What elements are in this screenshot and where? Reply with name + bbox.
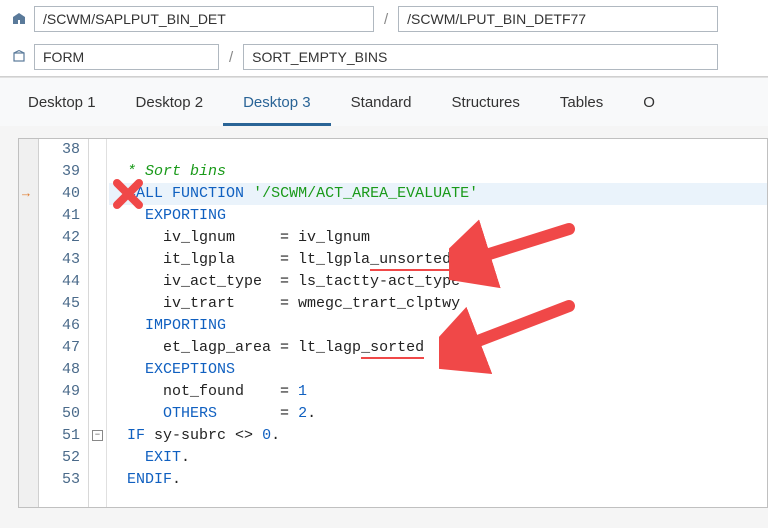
code-line[interactable]: IMPORTING (109, 315, 767, 337)
code-column[interactable]: * Sort bins CALL FUNCTION '/SCWM/ACT_ARE… (107, 139, 767, 507)
line-number: 46 (39, 315, 80, 337)
header-section: / / (0, 0, 768, 77)
code-line[interactable]: iv_trart = wmegc_trart_clptwy (109, 293, 767, 315)
line-number: 42 (39, 227, 80, 249)
tab-structures[interactable]: Structures (432, 84, 540, 126)
line-number: 52 (39, 447, 80, 469)
include-field[interactable] (398, 6, 718, 32)
line-number: 50 (39, 403, 80, 425)
line-number: 39 (39, 161, 80, 183)
code-line[interactable]: EXIT. (109, 447, 767, 469)
execution-marker-icon: → (22, 186, 30, 201)
line-number: 43 (39, 249, 80, 271)
code-editor[interactable]: → 38394041424344454647484950515253 − * S… (18, 138, 768, 508)
breadcrumb-row-2: / (0, 38, 768, 76)
line-number: 41 (39, 205, 80, 227)
tab-desktop-2[interactable]: Desktop 2 (116, 84, 224, 126)
line-number: 44 (39, 271, 80, 293)
code-line[interactable]: ENDIF. (109, 469, 767, 491)
code-line[interactable]: * Sort bins (109, 161, 767, 183)
fold-toggle-icon[interactable]: − (92, 430, 103, 441)
tab-desktop-3[interactable]: Desktop 3 (223, 84, 331, 126)
line-number-column: 38394041424344454647484950515253 (39, 139, 89, 507)
code-line[interactable]: IF sy-subrc <> 0. (109, 425, 767, 447)
tab-o[interactable]: O (623, 84, 675, 126)
line-number: 38 (39, 139, 80, 161)
code-line[interactable]: iv_act_type = ls_tactty-act_type (109, 271, 767, 293)
code-line[interactable]: it_lgpla = lt_lgpla_unsorted (109, 249, 767, 271)
object-icon (10, 48, 28, 66)
marker-column: → (19, 139, 39, 507)
program-field[interactable] (34, 6, 374, 32)
line-number: 40 (39, 183, 80, 205)
program-icon (10, 10, 28, 28)
code-line[interactable] (109, 139, 767, 161)
code-line[interactable]: EXPORTING (109, 205, 767, 227)
tab-tables[interactable]: Tables (540, 84, 623, 126)
code-line[interactable]: CALL FUNCTION '/SCWM/ACT_AREA_EVALUATE' (109, 183, 767, 205)
code-line[interactable]: iv_lgnum = iv_lgnum (109, 227, 767, 249)
code-line[interactable]: not_found = 1 (109, 381, 767, 403)
line-number: 51 (39, 425, 80, 447)
tab-standard[interactable]: Standard (331, 84, 432, 126)
breadcrumb-row-1: / (0, 0, 768, 38)
tab-bar: Desktop 1Desktop 2Desktop 3StandardStruc… (0, 77, 768, 126)
breadcrumb-sep: / (380, 11, 392, 28)
code-line[interactable]: EXCEPTIONS (109, 359, 767, 381)
line-number: 45 (39, 293, 80, 315)
fold-column: − (89, 139, 107, 507)
breadcrumb-sep-2: / (225, 49, 237, 66)
tab-desktop-1[interactable]: Desktop 1 (8, 84, 116, 126)
routine-type-field[interactable] (34, 44, 219, 70)
line-number: 48 (39, 359, 80, 381)
line-number: 53 (39, 469, 80, 491)
code-line[interactable]: et_lagp_area = lt_lagp_sorted (109, 337, 767, 359)
code-line[interactable]: OTHERS = 2. (109, 403, 767, 425)
line-number: 47 (39, 337, 80, 359)
routine-name-field[interactable] (243, 44, 718, 70)
line-number: 49 (39, 381, 80, 403)
